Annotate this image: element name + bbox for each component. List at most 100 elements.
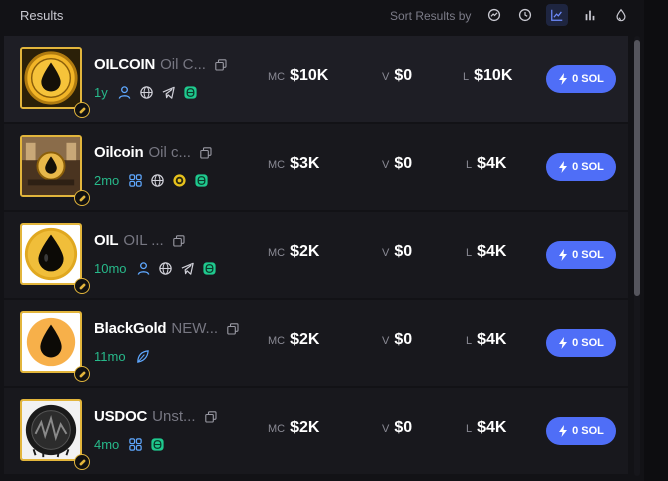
pill-badge-icon xyxy=(74,366,90,382)
sort-trending-button[interactable] xyxy=(483,4,505,26)
chart-line-icon xyxy=(551,9,563,21)
lightning-icon xyxy=(559,73,568,85)
token-avatar xyxy=(20,135,82,197)
sort-label: Sort Results by xyxy=(390,9,472,23)
telegram-icon[interactable] xyxy=(161,85,176,100)
market-cap: MC $3K xyxy=(268,155,320,172)
token-symbol: BlackGold xyxy=(94,320,167,337)
quick-buy-button[interactable]: 0 SOL xyxy=(546,153,616,181)
coin-icon[interactable] xyxy=(172,173,187,188)
result-row[interactable]: USDOC Unst... 4mo MC $2K V $0 L $4K 0 SO… xyxy=(4,388,628,474)
token-meta: 1y xyxy=(94,85,198,100)
globe-icon[interactable] xyxy=(139,85,154,100)
copy-icon[interactable] xyxy=(200,146,212,159)
pill-badge-icon xyxy=(74,190,90,206)
token-age: 10mo xyxy=(94,261,127,276)
market-cap-value: $2K xyxy=(290,331,320,348)
token-name: NEW... xyxy=(171,320,219,337)
clock-icon xyxy=(518,8,532,22)
token-avatar xyxy=(20,47,82,109)
oil-drop-image xyxy=(22,225,80,283)
trending-icon xyxy=(487,8,501,22)
pump-icon[interactable] xyxy=(194,173,209,188)
lightning-icon xyxy=(559,161,568,173)
volume: V $0 xyxy=(382,155,413,172)
results-panel: Results Sort Results by OILCOIN Oil C...… xyxy=(0,0,644,481)
liquidity: L $4K xyxy=(466,419,507,436)
market-cap: MC $2K xyxy=(268,243,320,260)
market-cap: MC $2K xyxy=(268,331,320,348)
copy-icon[interactable] xyxy=(204,410,217,423)
token-symbol: OILCOIN xyxy=(94,56,156,73)
copy-icon[interactable] xyxy=(172,234,185,247)
result-row[interactable]: BlackGold NEW... 11mo MC $2K V $0 L $4K xyxy=(4,300,628,386)
token-symbol: USDOC xyxy=(94,408,148,425)
token-age: 1y xyxy=(94,85,108,100)
volume: V $0 xyxy=(382,243,413,260)
volume: V $0 xyxy=(382,331,413,348)
liquidity-value: $4K xyxy=(477,419,507,436)
result-row[interactable]: Oilcoin Oil c... 2mo MC $3K V $0 L $4K 0… xyxy=(4,124,628,210)
community-icon[interactable] xyxy=(128,173,143,188)
window-gutter xyxy=(644,0,668,481)
token-meta: 4mo xyxy=(94,437,165,452)
result-row[interactable]: OIL OIL ... 10mo MC $2K V $0 L $4K 0 SOL xyxy=(4,212,628,298)
liquidity-value: $4K xyxy=(477,155,507,172)
quick-buy-button[interactable]: 0 SOL xyxy=(546,417,616,445)
pump-icon[interactable] xyxy=(183,85,198,100)
person-icon[interactable] xyxy=(136,261,151,276)
volume: V $0 xyxy=(382,67,413,84)
volume-value: $0 xyxy=(394,419,413,436)
token-name-line: Oilcoin Oil c... xyxy=(94,144,212,161)
usdoc-image xyxy=(22,401,80,459)
scrollbar-thumb[interactable] xyxy=(634,40,640,296)
sort-volume-button[interactable] xyxy=(579,4,601,26)
droplet-icon xyxy=(616,8,626,22)
market-cap-value: $3K xyxy=(290,155,320,172)
telegram-icon[interactable] xyxy=(180,261,195,276)
token-name: OIL ... xyxy=(123,232,164,249)
liquidity: L $4K xyxy=(466,243,507,260)
token-name-line: OIL OIL ... xyxy=(94,232,185,249)
sort-time-button[interactable] xyxy=(514,4,536,26)
market-cap: MC $2K xyxy=(268,419,320,436)
bar-chart-icon xyxy=(585,10,595,21)
token-meta: 10mo xyxy=(94,261,217,276)
result-row[interactable]: OILCOIN Oil C... 1y MC $10K V $0 L $10K … xyxy=(4,36,628,122)
lightning-icon xyxy=(559,425,568,437)
liquidity: L $4K xyxy=(466,155,507,172)
copy-icon[interactable] xyxy=(227,322,239,335)
person-icon[interactable] xyxy=(117,85,132,100)
liquidity-value: $4K xyxy=(477,331,507,348)
volume-value: $0 xyxy=(394,243,413,260)
token-symbol: OIL xyxy=(94,232,119,249)
volume-value: $0 xyxy=(394,331,413,348)
leaf-icon[interactable] xyxy=(135,349,150,364)
globe-icon[interactable] xyxy=(158,261,173,276)
quick-buy-button[interactable]: 0 SOL xyxy=(546,65,616,93)
oil-coin-image xyxy=(22,49,80,107)
token-name-line: BlackGold NEW... xyxy=(94,320,239,337)
liquidity-value: $10K xyxy=(474,67,513,84)
volume: V $0 xyxy=(382,419,413,436)
pump-icon[interactable] xyxy=(150,437,165,452)
sort-marketcap-button[interactable] xyxy=(546,4,568,26)
volume-value: $0 xyxy=(394,67,413,84)
liquidity: L $4K xyxy=(466,331,507,348)
token-name-line: OILCOIN Oil C... xyxy=(94,56,227,73)
sort-liquidity-button[interactable] xyxy=(610,4,632,26)
pump-icon[interactable] xyxy=(202,261,217,276)
pill-badge-icon xyxy=(74,454,90,470)
market-cap-value: $2K xyxy=(290,243,320,260)
liquidity: L $10K xyxy=(463,67,513,84)
oil-room-image xyxy=(22,137,80,195)
copy-icon[interactable] xyxy=(215,58,227,71)
quick-buy-button[interactable]: 0 SOL xyxy=(546,241,616,269)
token-avatar xyxy=(20,399,82,461)
globe-icon[interactable] xyxy=(150,173,165,188)
quick-buy-button[interactable]: 0 SOL xyxy=(546,329,616,357)
lightning-icon xyxy=(559,249,568,261)
scrollbar[interactable] xyxy=(634,36,640,476)
community-icon[interactable] xyxy=(128,437,143,452)
token-avatar xyxy=(20,311,82,373)
